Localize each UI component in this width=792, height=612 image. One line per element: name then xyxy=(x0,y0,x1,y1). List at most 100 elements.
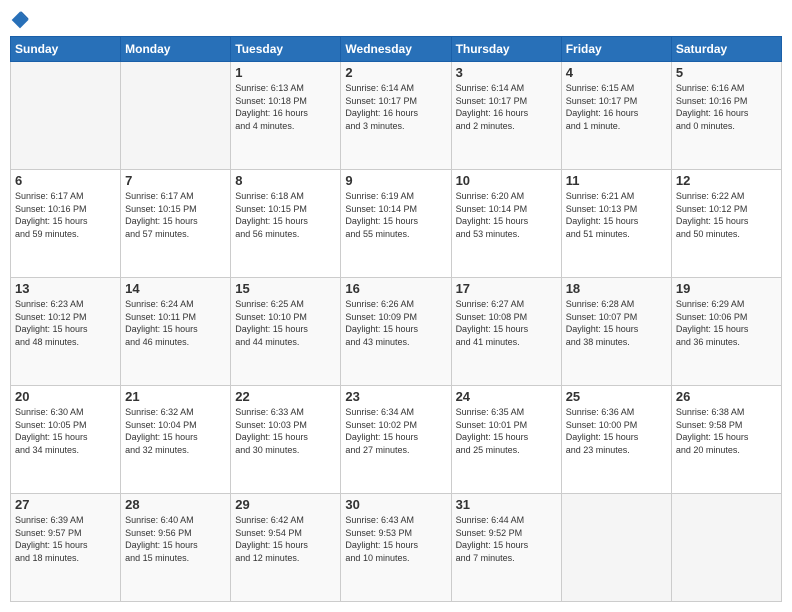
weekday-header: Friday xyxy=(561,37,671,62)
calendar-cell: 22 Sunrise: 6:33 AM Sunset: 10:03 PM Dayl… xyxy=(231,386,341,494)
day-info: Sunrise: 6:18 AM Sunset: 10:15 PM Daylig… xyxy=(235,190,336,240)
calendar-week-row: 20 Sunrise: 6:30 AM Sunset: 10:05 PM Dayl… xyxy=(11,386,782,494)
day-number: 24 xyxy=(456,389,557,404)
day-number: 26 xyxy=(676,389,777,404)
day-info: Sunrise: 6:17 AM Sunset: 10:16 PM Daylig… xyxy=(15,190,116,240)
day-number: 2 xyxy=(345,65,446,80)
calendar-cell: 13Sunrise: 6:23 AM Sunset: 10:12 PM Dayl… xyxy=(11,278,121,386)
day-number: 29 xyxy=(235,497,336,512)
day-info: Sunrise: 6:21 AM Sunset: 10:13 PM Daylig… xyxy=(566,190,667,240)
day-info: Sunrise: 6:23 AM Sunset: 10:12 PM Daylig… xyxy=(15,298,116,348)
calendar-cell: 6 Sunrise: 6:17 AM Sunset: 10:16 PM Dayli… xyxy=(11,170,121,278)
day-number: 31 xyxy=(456,497,557,512)
calendar-cell: 7 Sunrise: 6:17 AM Sunset: 10:15 PM Dayli… xyxy=(121,170,231,278)
day-number: 7 xyxy=(125,173,226,188)
day-number: 6 xyxy=(15,173,116,188)
calendar-cell: 26 Sunrise: 6:38 AM Sunset: 9:58 PM Dayli… xyxy=(671,386,781,494)
day-info: Sunrise: 6:29 AM Sunset: 10:06 PM Daylig… xyxy=(676,298,777,348)
weekday-row: SundayMondayTuesdayWednesdayThursdayFrid… xyxy=(11,37,782,62)
calendar-cell xyxy=(671,494,781,602)
day-info: Sunrise: 6:26 AM Sunset: 10:09 PM Daylig… xyxy=(345,298,446,348)
calendar-cell: 3 Sunrise: 6:14 AM Sunset: 10:17 PM Dayli… xyxy=(451,62,561,170)
day-number: 17 xyxy=(456,281,557,296)
calendar-cell: 23Sunrise: 6:34 AM Sunset: 10:02 PM Dayl… xyxy=(341,386,451,494)
calendar-cell: 27 Sunrise: 6:39 AM Sunset: 9:57 PM Dayli… xyxy=(11,494,121,602)
day-info: Sunrise: 6:40 AM Sunset: 9:56 PM Dayligh… xyxy=(125,514,226,564)
calendar-cell: 1Sunrise: 6:13 AM Sunset: 10:18 PM Dayli… xyxy=(231,62,341,170)
day-number: 20 xyxy=(15,389,116,404)
day-info: Sunrise: 6:38 AM Sunset: 9:58 PM Dayligh… xyxy=(676,406,777,456)
calendar-cell: 20 Sunrise: 6:30 AM Sunset: 10:05 PM Dayl… xyxy=(11,386,121,494)
day-info: Sunrise: 6:33 AM Sunset: 10:03 PM Daylig… xyxy=(235,406,336,456)
logo xyxy=(10,10,32,30)
day-number: 22 xyxy=(235,389,336,404)
day-info: Sunrise: 6:19 AM Sunset: 10:14 PM Daylig… xyxy=(345,190,446,240)
calendar-cell: 10Sunrise: 6:20 AM Sunset: 10:14 PM Dayl… xyxy=(451,170,561,278)
day-info: Sunrise: 6:15 AM Sunset: 10:17 PM Daylig… xyxy=(566,82,667,132)
logo-icon xyxy=(10,10,30,30)
day-number: 21 xyxy=(125,389,226,404)
day-number: 14 xyxy=(125,281,226,296)
day-info: Sunrise: 6:25 AM Sunset: 10:10 PM Daylig… xyxy=(235,298,336,348)
day-info: Sunrise: 6:44 AM Sunset: 9:52 PM Dayligh… xyxy=(456,514,557,564)
calendar-week-row: 1Sunrise: 6:13 AM Sunset: 10:18 PM Dayli… xyxy=(11,62,782,170)
day-number: 23 xyxy=(345,389,446,404)
day-info: Sunrise: 6:32 AM Sunset: 10:04 PM Daylig… xyxy=(125,406,226,456)
day-number: 27 xyxy=(15,497,116,512)
day-number: 8 xyxy=(235,173,336,188)
page: SundayMondayTuesdayWednesdayThursdayFrid… xyxy=(0,0,792,612)
day-number: 3 xyxy=(456,65,557,80)
day-number: 5 xyxy=(676,65,777,80)
weekday-header: Thursday xyxy=(451,37,561,62)
calendar-cell: 17 Sunrise: 6:27 AM Sunset: 10:08 PM Dayl… xyxy=(451,278,561,386)
calendar-cell: 15 Sunrise: 6:25 AM Sunset: 10:10 PM Dayl… xyxy=(231,278,341,386)
calendar-cell xyxy=(11,62,121,170)
calendar-week-row: 27 Sunrise: 6:39 AM Sunset: 9:57 PM Dayli… xyxy=(11,494,782,602)
calendar-cell: 24 Sunrise: 6:35 AM Sunset: 10:01 PM Dayl… xyxy=(451,386,561,494)
day-number: 16 xyxy=(345,281,446,296)
day-info: Sunrise: 6:35 AM Sunset: 10:01 PM Daylig… xyxy=(456,406,557,456)
day-number: 15 xyxy=(235,281,336,296)
calendar-cell: 9 Sunrise: 6:19 AM Sunset: 10:14 PM Dayli… xyxy=(341,170,451,278)
day-info: Sunrise: 6:22 AM Sunset: 10:12 PM Daylig… xyxy=(676,190,777,240)
calendar-week-row: 13Sunrise: 6:23 AM Sunset: 10:12 PM Dayl… xyxy=(11,278,782,386)
calendar-cell: 14 Sunrise: 6:24 AM Sunset: 10:11 PM Dayl… xyxy=(121,278,231,386)
weekday-header: Monday xyxy=(121,37,231,62)
calendar-cell xyxy=(121,62,231,170)
day-number: 19 xyxy=(676,281,777,296)
day-info: Sunrise: 6:14 AM Sunset: 10:17 PM Daylig… xyxy=(456,82,557,132)
day-number: 25 xyxy=(566,389,667,404)
calendar: SundayMondayTuesdayWednesdayThursdayFrid… xyxy=(10,36,782,602)
day-info: Sunrise: 6:17 AM Sunset: 10:15 PM Daylig… xyxy=(125,190,226,240)
calendar-header: SundayMondayTuesdayWednesdayThursdayFrid… xyxy=(11,37,782,62)
weekday-header: Sunday xyxy=(11,37,121,62)
day-number: 10 xyxy=(456,173,557,188)
calendar-cell: 19 Sunrise: 6:29 AM Sunset: 10:06 PM Dayl… xyxy=(671,278,781,386)
weekday-header: Tuesday xyxy=(231,37,341,62)
day-number: 11 xyxy=(566,173,667,188)
calendar-cell: 25 Sunrise: 6:36 AM Sunset: 10:00 PM Dayl… xyxy=(561,386,671,494)
day-info: Sunrise: 6:39 AM Sunset: 9:57 PM Dayligh… xyxy=(15,514,116,564)
calendar-cell: 29 Sunrise: 6:42 AM Sunset: 9:54 PM Dayli… xyxy=(231,494,341,602)
calendar-cell: 2 Sunrise: 6:14 AM Sunset: 10:17 PM Dayli… xyxy=(341,62,451,170)
calendar-cell: 28 Sunrise: 6:40 AM Sunset: 9:56 PM Dayli… xyxy=(121,494,231,602)
day-info: Sunrise: 6:36 AM Sunset: 10:00 PM Daylig… xyxy=(566,406,667,456)
day-info: Sunrise: 6:24 AM Sunset: 10:11 PM Daylig… xyxy=(125,298,226,348)
day-number: 4 xyxy=(566,65,667,80)
calendar-cell: 16 Sunrise: 6:26 AM Sunset: 10:09 PM Dayl… xyxy=(341,278,451,386)
day-info: Sunrise: 6:42 AM Sunset: 9:54 PM Dayligh… xyxy=(235,514,336,564)
calendar-cell: 12 Sunrise: 6:22 AM Sunset: 10:12 PM Dayl… xyxy=(671,170,781,278)
day-info: Sunrise: 6:27 AM Sunset: 10:08 PM Daylig… xyxy=(456,298,557,348)
day-number: 28 xyxy=(125,497,226,512)
day-info: Sunrise: 6:14 AM Sunset: 10:17 PM Daylig… xyxy=(345,82,446,132)
day-number: 12 xyxy=(676,173,777,188)
day-info: Sunrise: 6:16 AM Sunset: 10:16 PM Daylig… xyxy=(676,82,777,132)
day-info: Sunrise: 6:30 AM Sunset: 10:05 PM Daylig… xyxy=(15,406,116,456)
day-info: Sunrise: 6:28 AM Sunset: 10:07 PM Daylig… xyxy=(566,298,667,348)
calendar-cell: 4 Sunrise: 6:15 AM Sunset: 10:17 PM Dayli… xyxy=(561,62,671,170)
calendar-cell: 31 Sunrise: 6:44 AM Sunset: 9:52 PM Dayli… xyxy=(451,494,561,602)
calendar-cell: 30Sunrise: 6:43 AM Sunset: 9:53 PM Dayli… xyxy=(341,494,451,602)
day-number: 9 xyxy=(345,173,446,188)
day-number: 1 xyxy=(235,65,336,80)
calendar-cell: 21 Sunrise: 6:32 AM Sunset: 10:04 PM Dayl… xyxy=(121,386,231,494)
